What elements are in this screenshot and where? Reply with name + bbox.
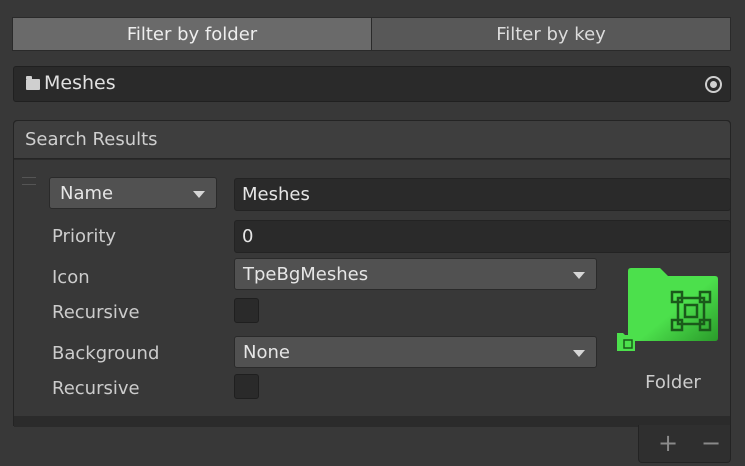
- icon-label: Icon: [52, 267, 90, 288]
- priority-value: 0: [242, 226, 254, 247]
- folder-preview-icon: [628, 268, 718, 341]
- chevron-down-icon: [573, 350, 585, 357]
- background-label: Background: [52, 343, 160, 364]
- priority-label: Priority: [52, 226, 117, 247]
- chevron-down-icon: [193, 191, 205, 198]
- background-dropdown[interactable]: None: [234, 336, 597, 368]
- folder-icon: [26, 76, 40, 90]
- priority-input[interactable]: 0: [234, 220, 731, 253]
- panel-bottom-strip: [14, 417, 730, 427]
- background-dropdown-value: None: [243, 341, 290, 363]
- filter-value-input[interactable]: Meshes: [234, 178, 731, 211]
- chevron-down-icon: [573, 272, 585, 279]
- search-results-title: Search Results: [25, 129, 158, 150]
- filter-value-text: Meshes: [242, 184, 310, 205]
- folder-field-value: Meshes: [44, 72, 116, 94]
- icon-dropdown-value: TpeBgMeshes: [243, 263, 369, 285]
- drag-handle-icon[interactable]: [22, 177, 36, 185]
- background-recursive-label: Recursive: [52, 378, 140, 399]
- folder-field[interactable]: Meshes: [13, 66, 731, 102]
- filter-type-value: Name: [60, 182, 114, 204]
- add-button[interactable]: +: [658, 429, 678, 457]
- list-footer: + −: [638, 425, 731, 463]
- filter-type-dropdown[interactable]: Name: [49, 177, 217, 209]
- icon-recursive-checkbox[interactable]: [234, 298, 259, 323]
- icon-recursive-label: Recursive: [52, 302, 140, 323]
- background-recursive-checkbox[interactable]: [234, 374, 259, 399]
- tab-filter-by-folder[interactable]: Filter by folder: [12, 17, 371, 51]
- search-results-header: Search Results: [14, 121, 730, 159]
- target-icon[interactable]: [705, 76, 722, 93]
- filter-tabs: Filter by folder Filter by key: [12, 17, 731, 51]
- icon-dropdown[interactable]: TpeBgMeshes: [234, 258, 597, 290]
- tab-filter-by-key[interactable]: Filter by key: [371, 17, 731, 51]
- folder-preview-label: Folder: [645, 372, 701, 393]
- mini-folder-icon: [617, 333, 635, 351]
- remove-button[interactable]: −: [701, 429, 721, 457]
